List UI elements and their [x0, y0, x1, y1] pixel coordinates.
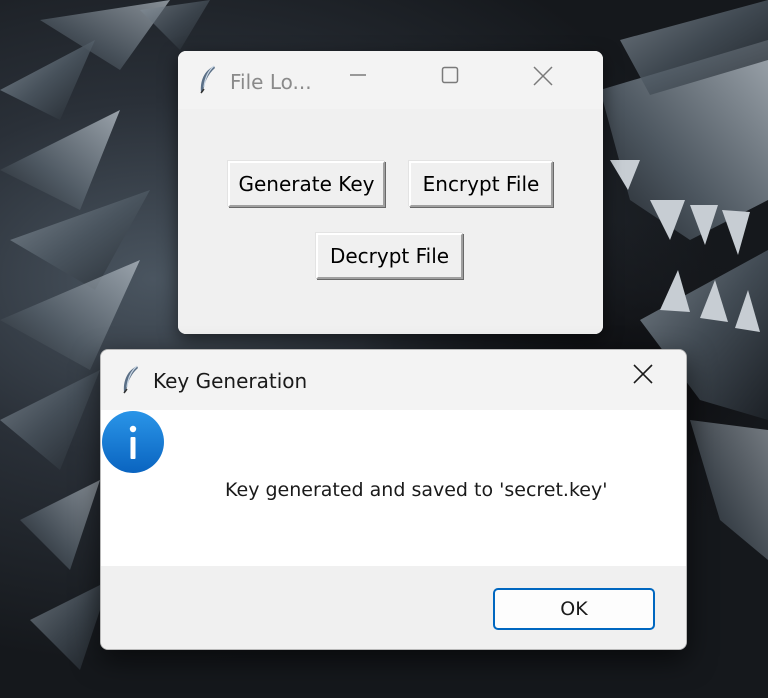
generate-key-button[interactable]: Generate Key — [228, 161, 385, 207]
information-icon — [102, 411, 164, 473]
encrypt-file-button[interactable]: Encrypt File — [409, 161, 553, 207]
tk-feather-icon — [200, 65, 215, 94]
maximize-button[interactable] — [440, 65, 486, 95]
desktop-wallpaper: File Lo... Generate Key Encrypt File Dec… — [0, 0, 768, 698]
dialog-message: Key generated and saved to 'secret.key' — [225, 479, 608, 501]
dialog-titlebar[interactable]: Key Generation — [101, 350, 686, 410]
main-window-title: File Lo... — [230, 70, 312, 94]
key-generation-dialog: Key Generation Key generated and saved t… — [100, 349, 687, 650]
main-window: File Lo... Generate Key Encrypt File Dec… — [178, 51, 603, 334]
minimize-icon — [350, 74, 366, 76]
tk-feather-icon — [123, 365, 138, 394]
dialog-close-button[interactable] — [632, 363, 678, 397]
decrypt-file-button[interactable]: Decrypt File — [316, 233, 463, 279]
dialog-footer: OK — [101, 566, 686, 649]
close-icon — [633, 364, 653, 384]
dialog-content: Key generated and saved to 'secret.key' — [101, 410, 686, 566]
close-button[interactable] — [532, 65, 578, 95]
main-window-body: Generate Key Encrypt File Decrypt File — [178, 109, 603, 334]
close-icon — [533, 66, 553, 86]
minimize-button[interactable] — [348, 65, 394, 95]
dialog-title: Key Generation — [153, 369, 308, 393]
main-window-titlebar[interactable]: File Lo... — [178, 51, 603, 109]
ok-button[interactable]: OK — [493, 588, 655, 630]
maximize-icon — [441, 66, 459, 84]
